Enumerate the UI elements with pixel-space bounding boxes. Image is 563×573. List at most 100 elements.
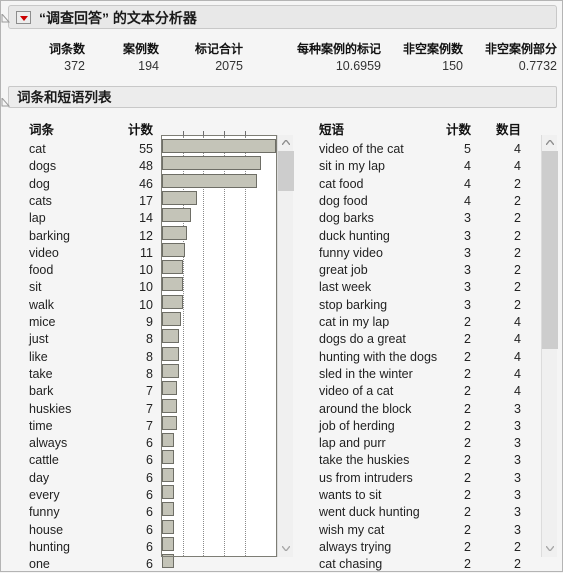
term-row-label[interactable]: barking xyxy=(29,228,70,245)
stat-nonempty-case-count: 非空案例数 150 xyxy=(403,41,463,75)
term-row-label[interactable]: dogs xyxy=(29,158,56,175)
chart-axis-tick xyxy=(203,131,205,136)
phrase-row-label[interactable]: last week xyxy=(319,279,371,296)
term-row-label[interactable]: day xyxy=(29,470,49,487)
phrase-row-label[interactable]: us from intruders xyxy=(319,470,413,487)
term-row-count: 6 xyxy=(146,522,153,537)
phrase-row-label[interactable]: sled in the winter xyxy=(319,366,413,383)
chart-axis-tick xyxy=(182,131,184,136)
term-row-count: 6 xyxy=(146,505,153,520)
term-row-label[interactable]: mice xyxy=(29,314,55,331)
term-row-label[interactable]: always xyxy=(29,435,67,452)
phrase-row-label[interactable]: wish my cat xyxy=(319,522,384,539)
terms-scrollbar[interactable] xyxy=(277,135,294,557)
chart-bar xyxy=(162,381,177,396)
chart-bar xyxy=(162,190,198,205)
chart-bar xyxy=(162,346,179,361)
column-header-term[interactable]: 词条 xyxy=(29,119,54,138)
term-row-label[interactable]: cats xyxy=(29,193,52,210)
term-row-label[interactable]: take xyxy=(29,366,53,383)
phrase-row-label[interactable]: video of the cat xyxy=(319,141,404,158)
phrase-row-count: 2 xyxy=(464,505,471,520)
stat-tokens-per-case: 每种案例的标记 10.6959 xyxy=(297,41,381,75)
phrase-row-label[interactable]: duck hunting xyxy=(319,228,390,245)
phrase-row-label[interactable]: stop barking xyxy=(319,297,387,314)
phrase-row-number: 2 xyxy=(514,176,521,191)
column-header-phrase-number[interactable]: 数目 xyxy=(473,119,521,138)
phrase-row-label[interactable]: around the block xyxy=(319,401,411,418)
phrase-row-number: 2 xyxy=(514,211,521,226)
column-header-phrase[interactable]: 短语 xyxy=(319,119,344,138)
term-row-count: 12 xyxy=(139,228,153,243)
term-row-count: 17 xyxy=(139,193,153,208)
red-dropdown-icon[interactable] xyxy=(16,11,31,24)
stat-label: 案例数 xyxy=(122,42,159,56)
phrase-row-count: 2 xyxy=(464,332,471,347)
phrase-row-label[interactable]: wants to sit xyxy=(319,487,382,504)
term-row-label[interactable]: one xyxy=(29,556,50,573)
stat-value: 2075 xyxy=(215,59,243,73)
term-row-label[interactable]: lap xyxy=(29,210,46,227)
phrase-row-number: 4 xyxy=(514,384,521,399)
phrase-row-label[interactable]: cat in my lap xyxy=(319,314,389,331)
term-row-label[interactable]: walk xyxy=(29,297,54,314)
phrase-row-label[interactable]: funny video xyxy=(319,245,383,262)
phrase-row-label[interactable]: dog barks xyxy=(319,210,374,227)
phrase-row-number: 2 xyxy=(514,539,521,554)
chart-gridline xyxy=(224,136,226,556)
term-row-label[interactable]: time xyxy=(29,418,53,435)
phrase-row-count: 4 xyxy=(464,176,471,191)
term-row-label[interactable]: huskies xyxy=(29,401,71,418)
term-row-label[interactable]: just xyxy=(29,331,48,348)
phrase-row-label[interactable]: went duck hunting xyxy=(319,504,420,521)
phrases-scroll-thumb[interactable] xyxy=(542,151,558,349)
phrase-row-label[interactable]: job of herding xyxy=(319,418,395,435)
phrase-row-number: 3 xyxy=(514,453,521,468)
phrase-row-label[interactable]: always trying xyxy=(319,539,391,556)
phrase-row-label[interactable]: take the huskies xyxy=(319,452,409,469)
term-row-label[interactable]: every xyxy=(29,487,60,504)
phrase-row-number: 4 xyxy=(514,349,521,364)
terms-scroll-down-chevron-down-icon[interactable] xyxy=(278,541,294,557)
summary-statistics: 词条数 372 案例数 194 标记合计 2075 每种案例的标记 10.695… xyxy=(1,41,563,83)
phrase-row-label[interactable]: video of a cat xyxy=(319,383,393,400)
phrase-row-count: 2 xyxy=(464,557,471,572)
chart-bar xyxy=(162,415,177,430)
phrase-row-label[interactable]: great job xyxy=(319,262,368,279)
term-row-label[interactable]: cattle xyxy=(29,452,59,469)
window-disclosure-triangle-icon[interactable] xyxy=(1,14,10,23)
column-header-term-count[interactable]: 计数 xyxy=(89,119,153,138)
column-header-phrase-count[interactable]: 计数 xyxy=(407,119,471,138)
phrase-row-label[interactable]: dog food xyxy=(319,193,368,210)
phrase-row-label[interactable]: cat chasing xyxy=(319,556,382,573)
page-title: “调查回答” 的文本分析器 xyxy=(39,10,197,26)
phrase-row-count: 2 xyxy=(464,453,471,468)
phrase-row-number: 3 xyxy=(514,401,521,416)
term-row-label[interactable]: sit xyxy=(29,279,42,296)
term-row-label[interactable]: bark xyxy=(29,383,53,400)
terms-scroll-thumb[interactable] xyxy=(278,151,294,191)
term-row-label[interactable]: hunting xyxy=(29,539,70,556)
phrases-scroll-up-chevron-up-icon[interactable] xyxy=(542,135,558,151)
term-row-count: 6 xyxy=(146,453,153,468)
phrase-row-number: 4 xyxy=(514,142,521,156)
term-row-label[interactable]: cat xyxy=(29,141,46,158)
term-row-count: 9 xyxy=(146,315,153,329)
term-row-label[interactable]: house xyxy=(29,522,63,539)
phrases-scrollbar[interactable] xyxy=(541,135,558,557)
phrase-row-label[interactable]: dogs do a great xyxy=(319,331,406,348)
term-row-label[interactable]: dog xyxy=(29,176,50,193)
term-row-label[interactable]: food xyxy=(29,262,53,279)
phrase-row-count: 2 xyxy=(464,401,471,416)
phrase-row-label[interactable]: sit in my lap xyxy=(319,158,385,175)
term-row-label[interactable]: like xyxy=(29,349,48,366)
phrase-row-label[interactable]: cat food xyxy=(319,176,363,193)
phrase-row-count: 4 xyxy=(464,159,471,174)
phrase-row-label[interactable]: lap and purr xyxy=(319,435,386,452)
stat-label: 非空案例部分 xyxy=(484,42,557,56)
term-row-label[interactable]: video xyxy=(29,245,59,262)
terms-scroll-up-chevron-up-icon[interactable] xyxy=(278,135,294,151)
phrases-scroll-down-chevron-down-icon[interactable] xyxy=(542,541,558,557)
section-disclosure-triangle-icon[interactable] xyxy=(1,94,11,107)
term-row-label[interactable]: funny xyxy=(29,504,60,521)
